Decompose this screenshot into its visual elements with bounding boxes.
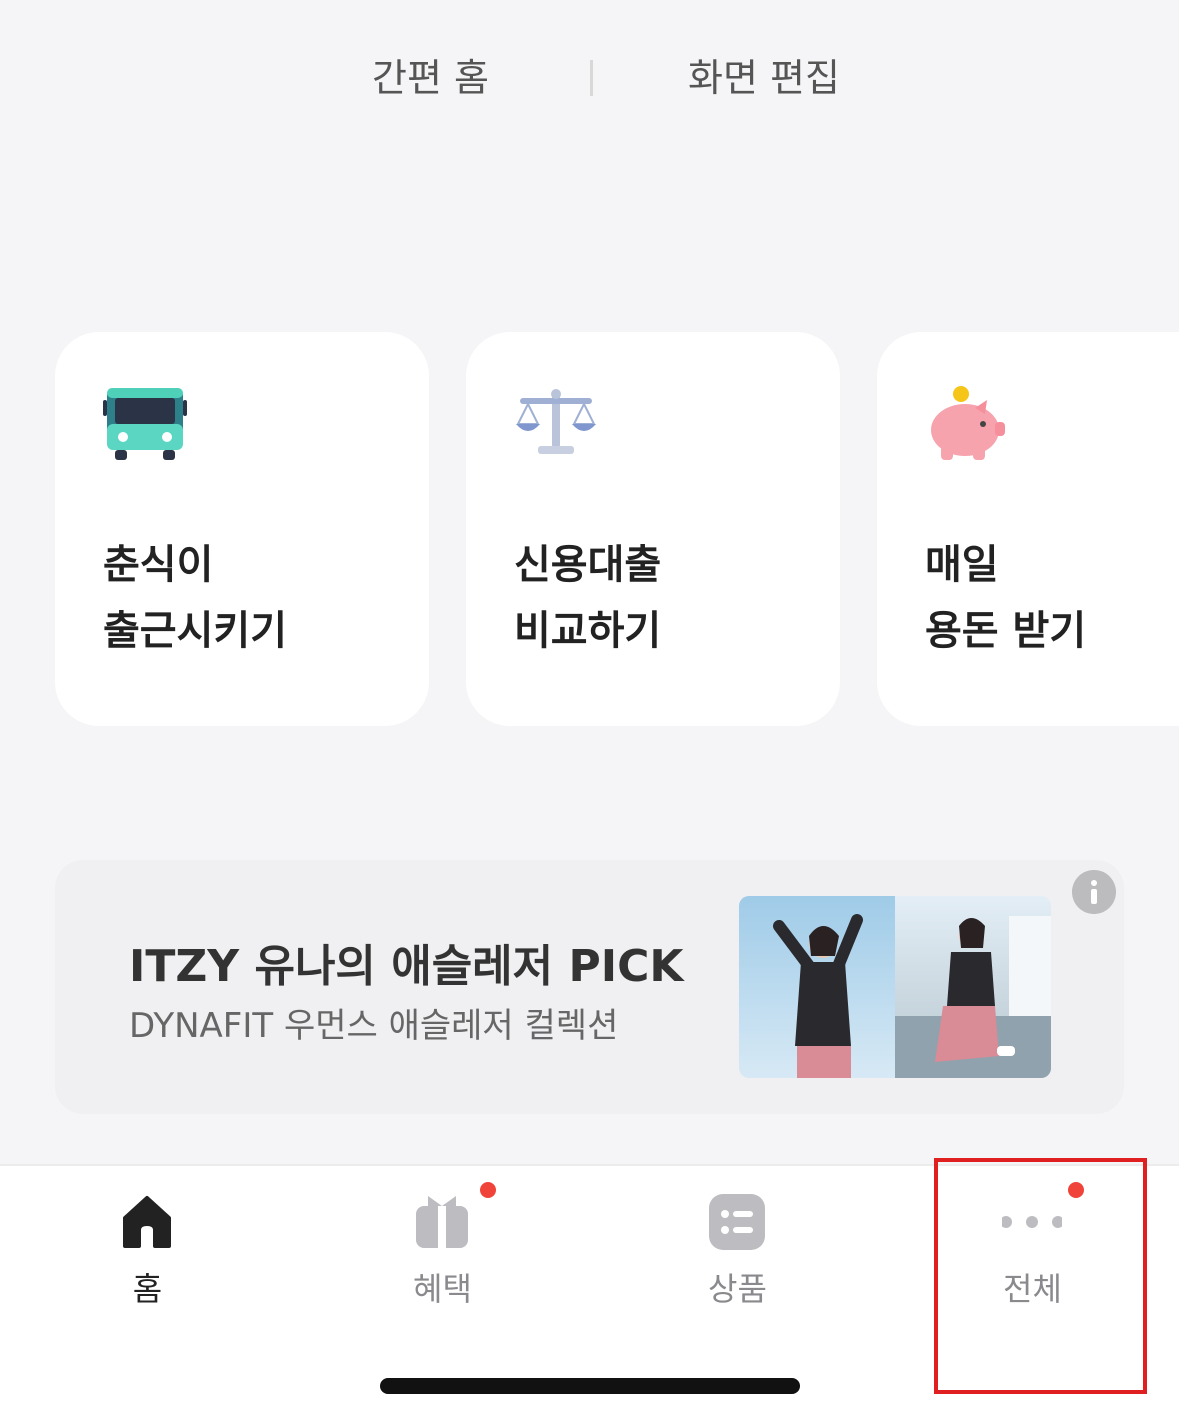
tab-home[interactable]: 홈 bbox=[0, 1166, 295, 1316]
card-title-line2: 출근시키기 bbox=[103, 608, 287, 654]
tab-label: 상품 bbox=[708, 1270, 767, 1308]
top-links: 간편 홈 화면 편집 bbox=[0, 50, 1179, 110]
bus-icon bbox=[103, 388, 187, 460]
tab-label: 전체 bbox=[1003, 1270, 1062, 1308]
card-credit-loan-compare[interactable]: 신용대출 비교하기 bbox=[466, 332, 840, 726]
notification-dot bbox=[480, 1182, 496, 1198]
card-title-line2: 비교하기 bbox=[514, 608, 662, 654]
card-commute-chunsik[interactable]: 춘식이 출근시키기 bbox=[55, 332, 429, 726]
banner-subtitle: DYNAFIT 우먼스 애슬레저 컬렉션 bbox=[129, 1006, 619, 1046]
scale-icon bbox=[516, 389, 596, 454]
gift-icon bbox=[416, 1196, 468, 1248]
card-title: 신용대출 비교하기 bbox=[514, 532, 661, 664]
list-icon bbox=[709, 1194, 765, 1250]
simple-home-link[interactable]: 간편 홈 bbox=[372, 50, 489, 106]
tab-benefits[interactable]: 혜택 bbox=[295, 1166, 590, 1316]
banner-title: ITZY 유나의 애슬레저 PICK bbox=[129, 941, 684, 992]
banner-image bbox=[739, 896, 1051, 1078]
tab-label: 홈 bbox=[132, 1270, 163, 1308]
home-indicator bbox=[380, 1378, 800, 1394]
card-title-line1: 춘식이 bbox=[103, 542, 214, 588]
card-title: 매일 용돈 받기 bbox=[925, 532, 1086, 664]
notification-dot bbox=[1068, 1182, 1084, 1198]
more-dots-icon bbox=[1002, 1216, 1062, 1228]
tab-all[interactable]: 전체 bbox=[885, 1166, 1179, 1316]
ad-banner[interactable]: ITZY 유나의 애슬레저 PICK DYNAFIT 우먼스 애슬레저 컬렉션 bbox=[55, 860, 1124, 1114]
tab-products[interactable]: 상품 bbox=[590, 1166, 885, 1316]
top-divider bbox=[590, 60, 593, 96]
card-title-line1: 신용대출 bbox=[514, 542, 662, 588]
info-icon[interactable] bbox=[1072, 870, 1116, 914]
card-title-line2: 용돈 받기 bbox=[925, 608, 1087, 654]
banner-photo bbox=[739, 896, 1051, 1078]
edit-screen-link[interactable]: 화면 편집 bbox=[688, 50, 840, 106]
piggy-bank-icon bbox=[931, 386, 1005, 460]
card-daily-allowance[interactable]: 매일 용돈 받기 bbox=[877, 332, 1179, 726]
card-title-line1: 매일 bbox=[925, 542, 999, 588]
home-icon bbox=[123, 1196, 171, 1248]
card-title: 춘식이 출근시키기 bbox=[103, 532, 287, 664]
tab-label: 혜택 bbox=[413, 1270, 472, 1308]
